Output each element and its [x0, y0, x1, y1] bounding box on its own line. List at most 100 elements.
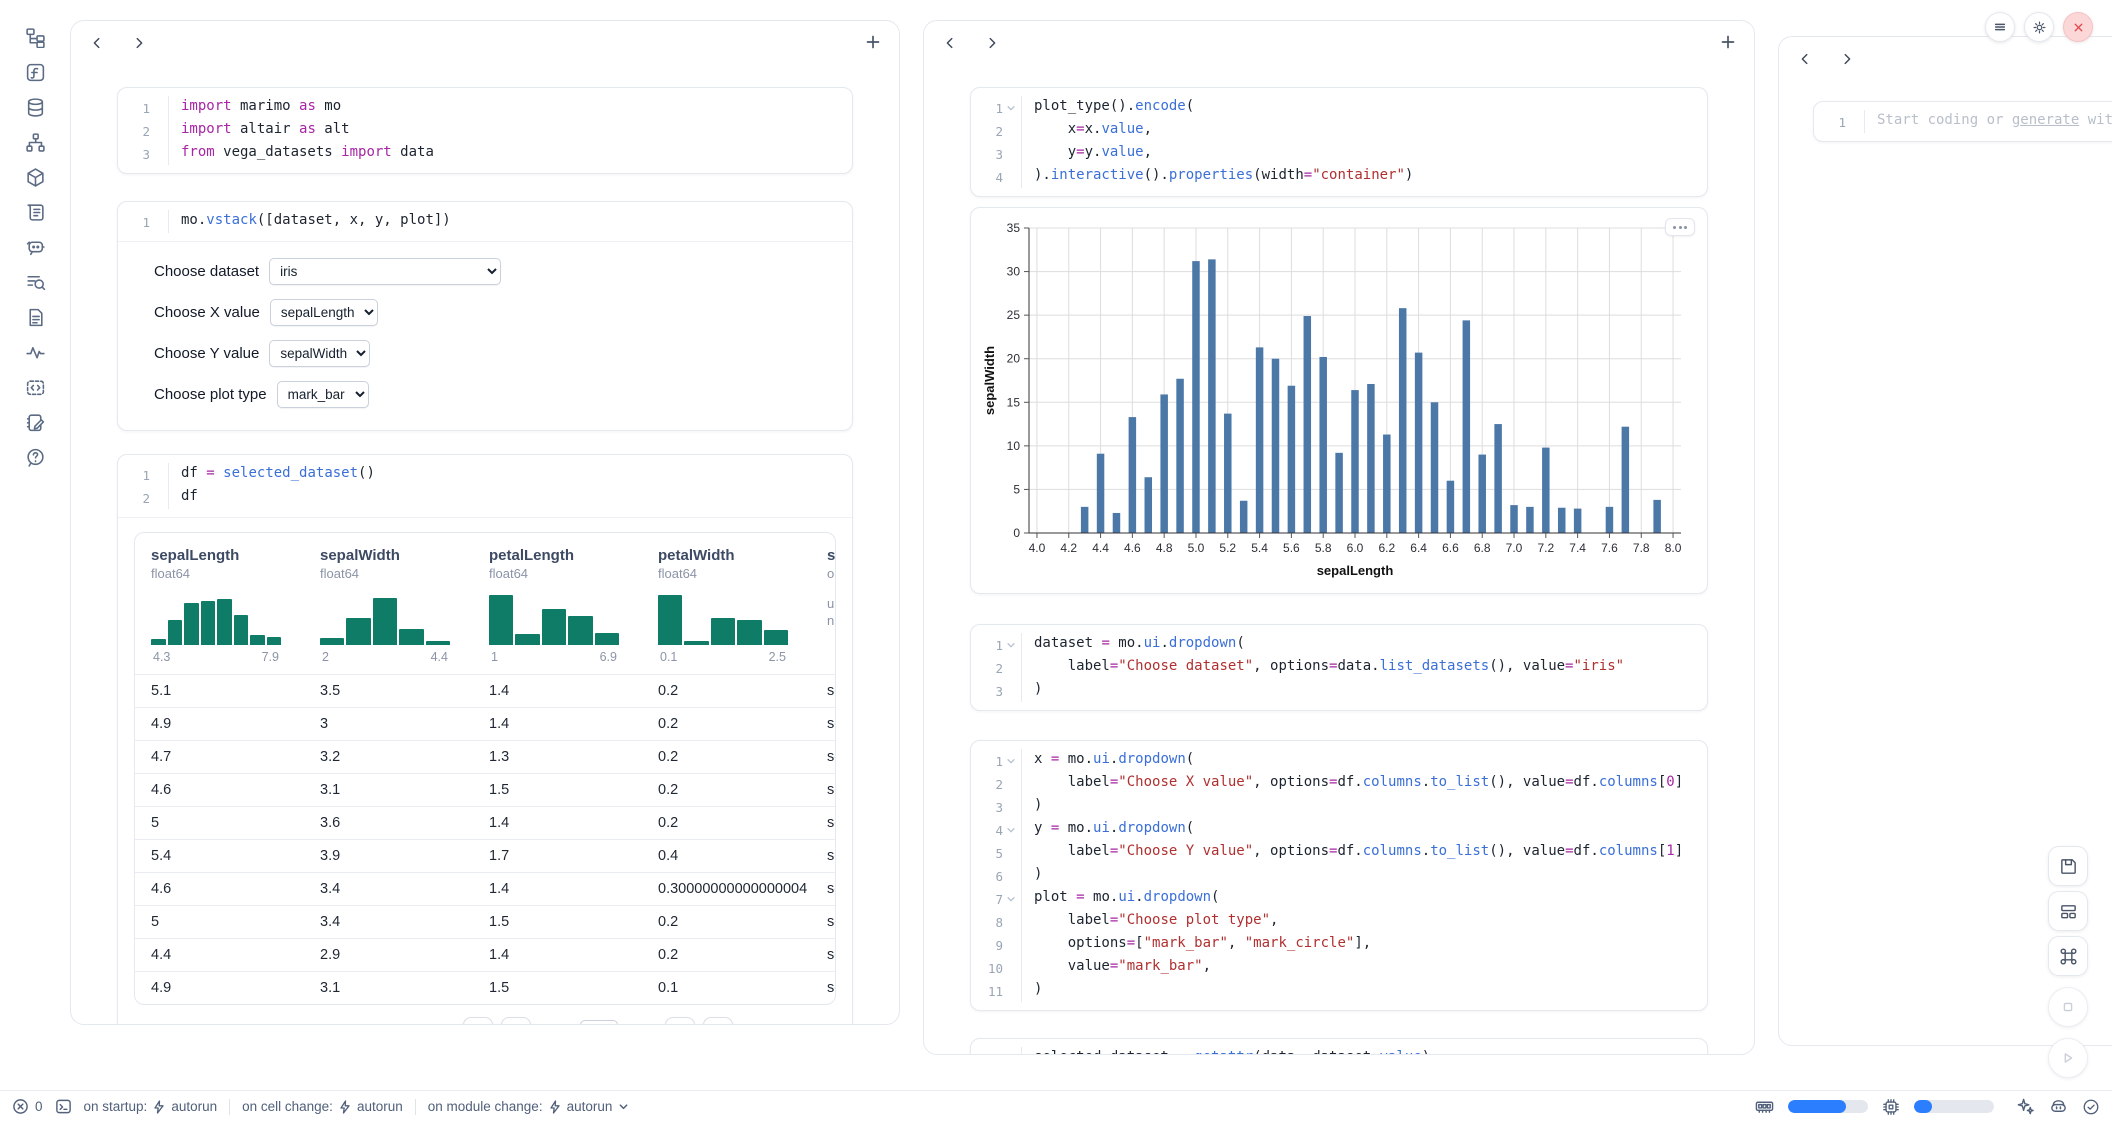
svg-text:sepalLength: sepalLength — [1317, 563, 1394, 578]
add-cell-icon[interactable] — [865, 34, 881, 50]
fold-chevron-icon — [1003, 1047, 1018, 1055]
table-cell: 3.5 — [304, 683, 473, 699]
code-line: 2 x=x.value, — [971, 119, 1697, 142]
code-line: 1plot_type().encode( — [971, 96, 1697, 119]
svg-text:5: 5 — [1013, 482, 1020, 496]
notebook-controls — [1985, 12, 2093, 42]
column-header-sepalWidth[interactable]: sepalWidthfloat6424.4 — [304, 547, 473, 674]
dropdown-choose-y-value[interactable]: sepalWidth — [269, 340, 370, 367]
empty-cell[interactable]: 1 Start coding or generate with AI — [1813, 101, 2112, 142]
code-line: 9 options=["mark_bar", "mark_circle"], — [971, 933, 1697, 956]
documentation-icon[interactable] — [24, 306, 47, 329]
column-header-species[interactable]: speciesobjectunique:nulls: — [811, 547, 836, 674]
page-count: of 15 — [626, 1024, 657, 1025]
table-cell: 3.1 — [304, 782, 473, 798]
code-text: value="mark_bar", — [1021, 956, 1697, 979]
runtime-setting[interactable]: on module change:autorun — [428, 1099, 630, 1114]
code-line: 2import altair as alt — [118, 119, 842, 142]
selected-dataset-cell[interactable]: 1selected_dataset = getattr(data, datase… — [970, 1038, 1708, 1055]
dropdown-choose-dataset[interactable]: iris — [269, 258, 501, 285]
collapse-left-icon[interactable] — [1797, 51, 1813, 67]
fold-chevron-icon — [1003, 979, 1018, 1002]
search-icon[interactable] — [152, 1024, 169, 1026]
scratchpad-icon[interactable] — [24, 411, 47, 434]
code-line: 2 label="Choose X value", options=df.col… — [971, 772, 1697, 795]
line-number: 7 — [971, 887, 1003, 910]
connection-status-icon[interactable] — [2082, 1098, 2100, 1116]
xy-plot-dropdown-cell[interactable]: 1x = mo.ui.dropdown(2 label="Choose X va… — [970, 740, 1708, 1011]
next-page-button[interactable] — [665, 1017, 695, 1025]
run-all-icon[interactable] — [2048, 1038, 2088, 1078]
fold-chevron-icon[interactable] — [1003, 749, 1018, 772]
collapse-right-icon[interactable] — [1839, 51, 1855, 67]
fold-chevron-icon — [1003, 933, 1018, 956]
table-cell: setosa — [811, 782, 836, 798]
ai-sparkles-icon[interactable] — [2016, 1097, 2035, 1116]
code-text: y=y.value, — [1021, 142, 1697, 165]
runtime-setting[interactable]: on cell change:autorun — [242, 1099, 403, 1114]
fold-chevron-icon[interactable] — [1003, 818, 1018, 841]
layout-icon[interactable] — [2048, 891, 2088, 931]
imports-cell[interactable]: 1import marimo as mo2import altair as al… — [117, 87, 853, 174]
tracing-icon[interactable] — [24, 341, 47, 364]
table-cell: 1.5 — [473, 782, 642, 798]
first-page-button[interactable] — [463, 1017, 493, 1025]
menu-icon[interactable] — [1985, 12, 2015, 42]
column-header-petalLength[interactable]: petalLengthfloat6416.9 — [473, 547, 642, 674]
add-cell-icon[interactable] — [1720, 34, 1736, 50]
fold-chevron-icon[interactable] — [1003, 633, 1018, 656]
line-number: 11 — [971, 979, 1003, 1002]
download-button[interactable]: Download — [741, 1024, 818, 1025]
settings-gear-icon[interactable] — [2024, 12, 2054, 42]
table-header: sepalLengthfloat644.37.9sepalWidthfloat6… — [135, 533, 836, 674]
dataset-dropdown-cell[interactable]: 1dataset = mo.ui.dropdown(2 label="Choos… — [970, 624, 1708, 711]
code-text: x=x.value, — [1021, 119, 1697, 142]
runtime-setting[interactable]: on startup:autorun — [84, 1099, 218, 1114]
altair-bar-chart[interactable]: 4.04.24.44.64.85.05.25.45.65.86.06.26.46… — [971, 208, 1707, 593]
file-tree-icon[interactable] — [24, 26, 47, 49]
code-line: 5 label="Choose Y value", options=df.col… — [971, 841, 1697, 864]
snippets-icon[interactable] — [24, 376, 47, 399]
prev-page-button[interactable] — [501, 1017, 531, 1025]
functions-icon[interactable] — [24, 61, 47, 84]
outline-search-icon[interactable] — [24, 271, 47, 294]
stop-icon[interactable] — [2048, 987, 2088, 1027]
table-cell: 1.4 — [473, 815, 642, 831]
collapse-right-icon[interactable] — [131, 35, 147, 51]
dataframe-cell[interactable]: 1df = selected_dataset()2df sepalLengthf… — [117, 454, 853, 1025]
collapse-right-icon[interactable] — [984, 35, 1000, 51]
datasources-icon[interactable] — [24, 96, 47, 119]
collapse-left-icon[interactable] — [942, 35, 958, 51]
table-cell: 1.4 — [473, 947, 642, 963]
fold-chevron-icon[interactable] — [1003, 96, 1018, 119]
save-icon[interactable] — [2048, 846, 2088, 886]
column-header-sepalLength[interactable]: sepalLengthfloat644.37.9 — [135, 547, 304, 674]
dependency-graph-icon[interactable] — [24, 131, 47, 154]
collapse-left-icon[interactable] — [89, 35, 105, 51]
chart-code-cell[interactable]: 1plot_type().encode(2 x=x.value,3 y=y.va… — [970, 87, 1708, 197]
dropdown-choose-x-value[interactable]: sepalLength — [270, 299, 378, 326]
code-text: options=["mark_bar", "mark_circle"], — [1021, 933, 1697, 956]
generate-with-ai-link[interactable]: generate — [2012, 112, 2079, 128]
packages-icon[interactable] — [24, 166, 47, 189]
help-icon[interactable] — [24, 446, 47, 469]
code-text: ) — [1021, 795, 1697, 818]
vstack-cell[interactable]: 1mo.vstack([dataset, x, y, plot]) Choose… — [117, 201, 853, 431]
line-number: 10 — [971, 956, 1003, 979]
fold-chevron-icon[interactable] — [1003, 887, 1018, 910]
code-line: 1mo.vstack([dataset, x, y, plot]) — [118, 210, 842, 233]
shutdown-close-icon[interactable] — [2063, 12, 2093, 42]
errors-badge[interactable]: 0 — [12, 1098, 43, 1115]
last-page-button[interactable] — [703, 1017, 733, 1025]
ai-chat-icon[interactable] — [24, 236, 47, 259]
dropdown-choose-plot-type[interactable]: mark_bar — [277, 381, 369, 408]
terminal-icon[interactable] — [55, 1098, 72, 1115]
keyboard-shortcuts-icon[interactable] — [2048, 936, 2088, 976]
chart-menu-icon[interactable] — [1665, 218, 1695, 236]
page-select[interactable]: 1 — [580, 1020, 618, 1026]
table-cell: 1.4 — [473, 716, 642, 732]
logs-icon[interactable] — [24, 201, 47, 224]
copilot-icon[interactable] — [2049, 1097, 2068, 1116]
fold-chevron-icon — [1003, 864, 1018, 887]
column-header-petalWidth[interactable]: petalWidthfloat640.12.5 — [642, 547, 811, 674]
